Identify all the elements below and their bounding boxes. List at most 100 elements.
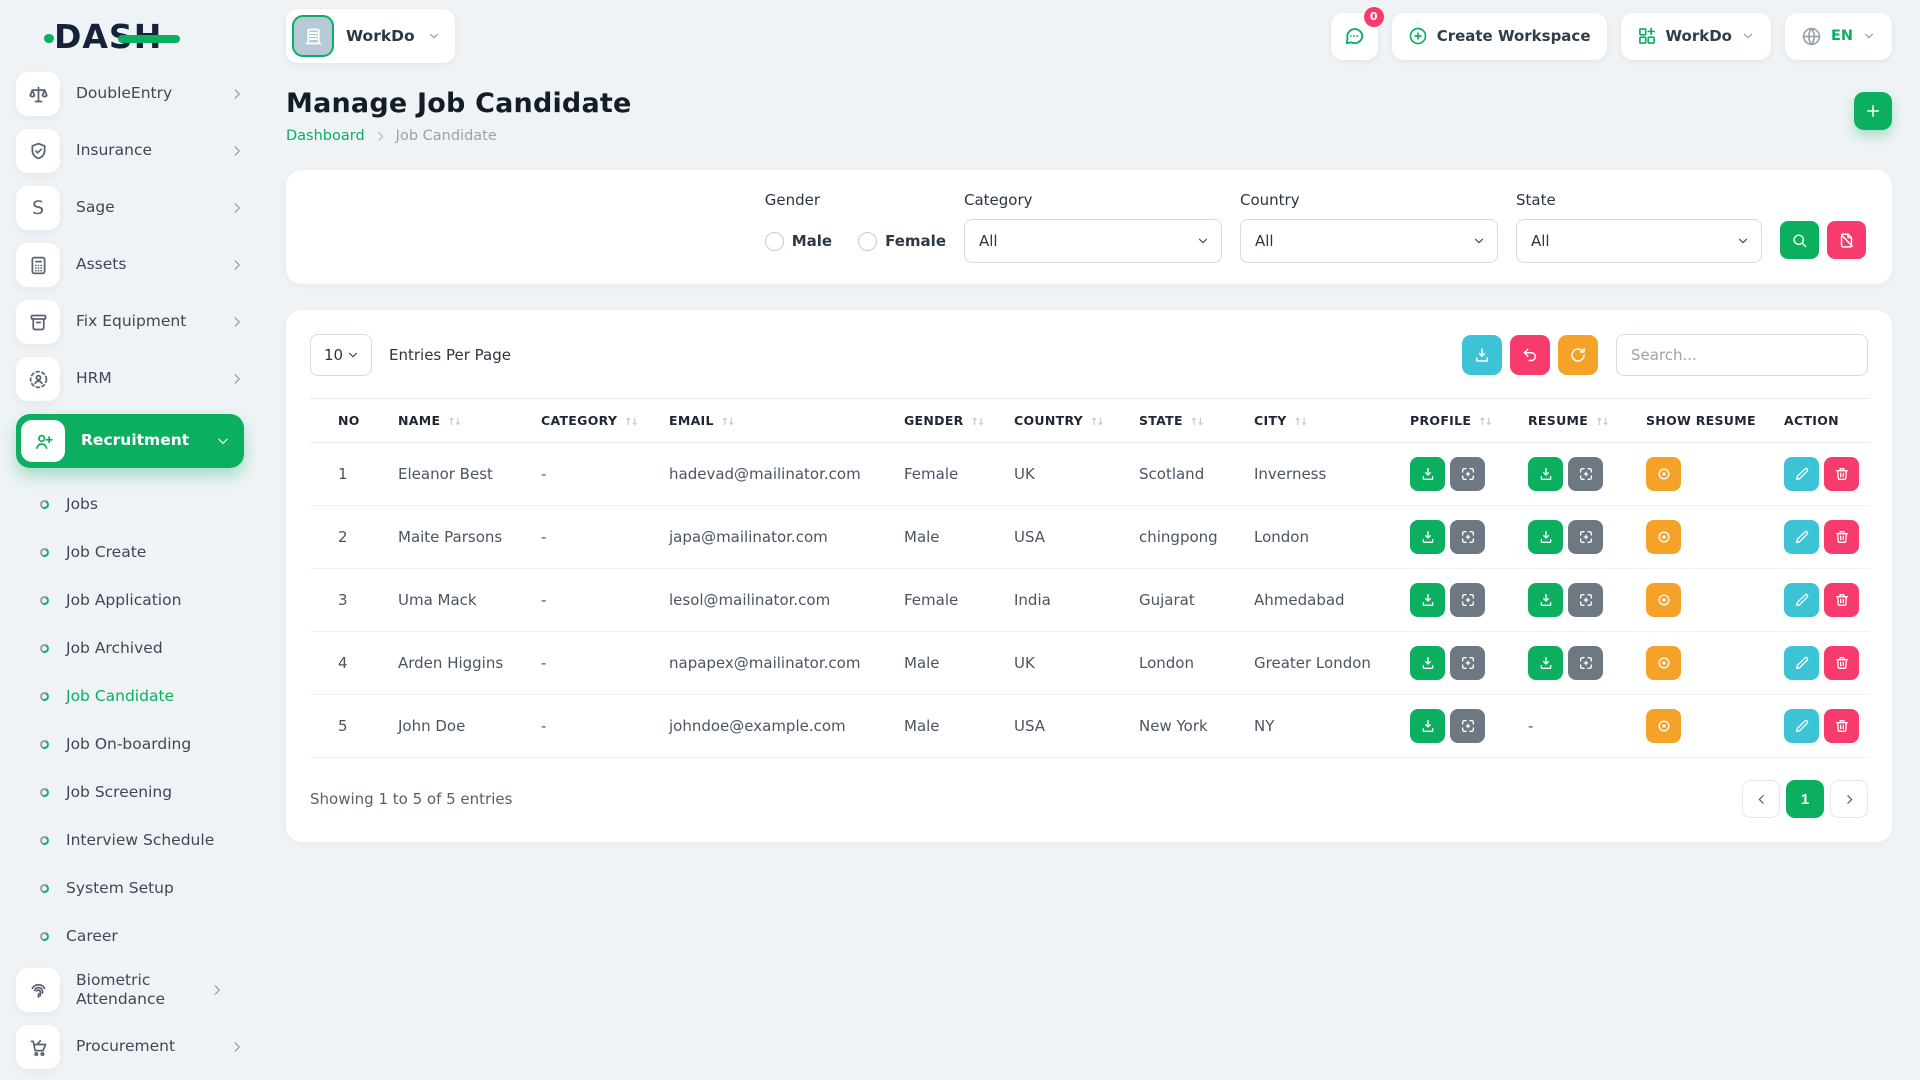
logo-accent-dot xyxy=(44,34,54,43)
column-header-name[interactable]: NAME↑↓ xyxy=(390,399,533,443)
refresh-button[interactable] xyxy=(1558,335,1598,375)
profile-preview-button[interactable] xyxy=(1450,457,1485,491)
profile-preview-button[interactable] xyxy=(1450,646,1485,680)
apply-filter-button[interactable] xyxy=(1780,221,1819,259)
resume-download-icon xyxy=(1538,655,1554,671)
profile-download-button[interactable] xyxy=(1410,646,1445,680)
profile-preview-button[interactable] xyxy=(1450,520,1485,554)
resume-preview-icon xyxy=(1578,529,1594,545)
next-page-button[interactable] xyxy=(1830,780,1868,818)
column-header-country[interactable]: COUNTRY↑↓ xyxy=(1006,399,1131,443)
edit-button[interactable] xyxy=(1784,520,1819,554)
breadcrumb-dashboard-link[interactable]: Dashboard xyxy=(286,128,365,144)
undo-button[interactable] xyxy=(1510,335,1550,375)
language-dropdown[interactable]: EN xyxy=(1785,13,1892,60)
state-select[interactable]: All xyxy=(1516,219,1762,263)
edit-button[interactable] xyxy=(1784,709,1819,743)
country-select[interactable]: All xyxy=(1240,219,1498,263)
resume-preview-button[interactable] xyxy=(1568,646,1603,680)
reset-filter-button[interactable] xyxy=(1827,221,1866,259)
brand-logo[interactable]: DASH xyxy=(16,0,244,72)
resume-preview-button[interactable] xyxy=(1568,520,1603,554)
resume-download-button[interactable] xyxy=(1528,646,1563,680)
profile-download-button[interactable] xyxy=(1410,520,1445,554)
sidebar-item-system-setup[interactable]: System Setup xyxy=(16,864,244,912)
male-radio[interactable] xyxy=(765,232,784,251)
sidebar-item-job-application[interactable]: Job Application xyxy=(16,576,244,624)
gender-female-option[interactable]: Female xyxy=(858,232,946,251)
sidebar-item-biometric-attendance[interactable]: Biometric Attendance xyxy=(16,968,244,1012)
delete-button[interactable] xyxy=(1824,646,1859,680)
cell-category: - xyxy=(533,569,661,632)
workspace-menu-dropdown[interactable]: WorkDo xyxy=(1621,13,1771,60)
cell-category: - xyxy=(533,632,661,695)
edit-button[interactable] xyxy=(1784,457,1819,491)
previous-page-button[interactable] xyxy=(1742,780,1780,818)
sidebar-item-assets[interactable]: Assets xyxy=(16,243,244,287)
show-resume-button[interactable] xyxy=(1646,583,1681,617)
edit-button[interactable] xyxy=(1784,646,1819,680)
entries-per-page-select[interactable]: 10 xyxy=(310,334,372,376)
sidebar-item-career[interactable]: Career xyxy=(16,912,244,960)
column-header-profile[interactable]: PROFILE↑↓ xyxy=(1402,399,1520,443)
sidebar-item-procurement[interactable]: Procurement xyxy=(16,1025,244,1069)
gender-male-option[interactable]: Male xyxy=(765,232,832,251)
delete-button[interactable] xyxy=(1824,520,1859,554)
page-1-button[interactable]: 1 xyxy=(1786,780,1824,818)
add-candidate-button[interactable] xyxy=(1854,92,1892,130)
bullet-icon xyxy=(39,594,51,606)
column-header-category[interactable]: CATEGORY↑↓ xyxy=(533,399,661,443)
delete-button[interactable] xyxy=(1824,583,1859,617)
column-header-city[interactable]: CITY↑↓ xyxy=(1246,399,1402,443)
create-workspace-button[interactable]: Create Workspace xyxy=(1392,13,1607,60)
resume-download-button[interactable] xyxy=(1528,457,1563,491)
category-select[interactable]: All xyxy=(964,219,1222,263)
resume-preview-button[interactable] xyxy=(1568,583,1603,617)
profile-download-button[interactable] xyxy=(1410,457,1445,491)
sort-icon: ↑↓ xyxy=(721,417,734,428)
sidebar-item-fix-equipment[interactable]: Fix Equipment xyxy=(16,300,244,344)
edit-button[interactable] xyxy=(1784,583,1819,617)
plus-icon xyxy=(1864,102,1882,120)
export-button[interactable] xyxy=(1462,335,1502,375)
sidebar-item-job-onboarding[interactable]: Job On-boarding xyxy=(16,720,244,768)
show-resume-button[interactable] xyxy=(1646,520,1681,554)
profile-download-button[interactable] xyxy=(1410,583,1445,617)
profile-download-button[interactable] xyxy=(1410,709,1445,743)
column-header-resume[interactable]: RESUME↑↓ xyxy=(1520,399,1638,443)
sidebar-item-job-candidate[interactable]: Job Candidate xyxy=(16,672,244,720)
profile-preview-button[interactable] xyxy=(1450,709,1485,743)
column-header-gender[interactable]: GENDER↑↓ xyxy=(896,399,1006,443)
sidebar-item-hrm[interactable]: HRM xyxy=(16,357,244,401)
workspace-selector[interactable]: WorkDo xyxy=(286,9,455,63)
delete-button[interactable] xyxy=(1824,709,1859,743)
globe-icon xyxy=(1801,26,1822,47)
chevron-right-icon xyxy=(230,315,244,329)
column-header-email[interactable]: EMAIL↑↓ xyxy=(661,399,896,443)
show-resume-button[interactable] xyxy=(1646,709,1681,743)
cell-country: UK xyxy=(1006,443,1131,506)
sidebar-item-doubleentry[interactable]: DoubleEntry xyxy=(16,72,244,116)
show-resume-button[interactable] xyxy=(1646,457,1681,491)
cell-name: Maite Parsons xyxy=(390,506,533,569)
table-search-input[interactable] xyxy=(1616,334,1868,376)
sidebar-item-insurance[interactable]: Insurance xyxy=(16,129,244,173)
sidebar-item-recruitment[interactable]: Recruitment xyxy=(16,414,244,468)
sidebar-item-sage[interactable]: S Sage xyxy=(16,186,244,230)
cell-resume xyxy=(1520,569,1638,632)
resume-preview-button[interactable] xyxy=(1568,457,1603,491)
delete-button[interactable] xyxy=(1824,457,1859,491)
sidebar-item-job-archived[interactable]: Job Archived xyxy=(16,624,244,672)
resume-download-button[interactable] xyxy=(1528,583,1563,617)
column-header-state[interactable]: STATE↑↓ xyxy=(1131,399,1246,443)
profile-preview-button[interactable] xyxy=(1450,583,1485,617)
resume-download-button[interactable] xyxy=(1528,520,1563,554)
sidebar-item-job-create[interactable]: Job Create xyxy=(16,528,244,576)
sidebar-item-jobs[interactable]: Jobs xyxy=(16,480,244,528)
show-resume-button[interactable] xyxy=(1646,646,1681,680)
female-radio[interactable] xyxy=(858,232,877,251)
sidebar-item-job-screening[interactable]: Job Screening xyxy=(16,768,244,816)
sidebar-item-interview-schedule[interactable]: Interview Schedule xyxy=(16,816,244,864)
messages-button[interactable]: 0 xyxy=(1331,13,1378,60)
chevron-right-icon xyxy=(230,258,244,272)
